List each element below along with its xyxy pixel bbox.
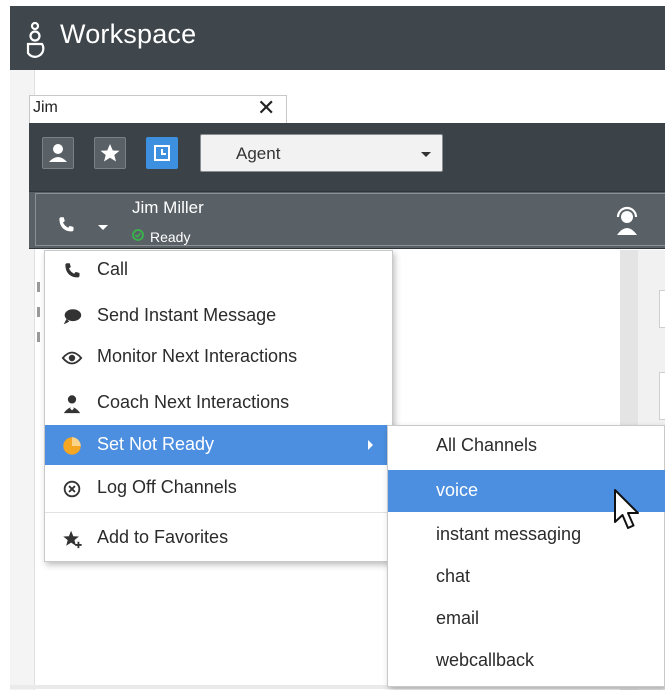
recent-icon	[154, 145, 170, 161]
contact-name: Jim Miller	[132, 198, 204, 217]
menu-item-label: Monitor Next Interactions	[97, 346, 298, 366]
chat-bubble-icon	[63, 309, 82, 325]
menu-item-add-to-favorites[interactable]: Add to Favorites	[45, 518, 392, 558]
menu-item-send-instant-message[interactable]: Send Instant Message	[45, 296, 392, 336]
star-icon	[100, 144, 120, 162]
phone-icon[interactable]	[55, 214, 77, 236]
phone-icon	[65, 263, 80, 278]
list-marker	[37, 332, 40, 342]
close-icon[interactable]: ✕	[257, 96, 275, 120]
chevron-down-icon[interactable]	[98, 225, 108, 230]
agent-filter-label: Agent	[236, 144, 281, 163]
search-value[interactable]: Jim	[33, 99, 58, 117]
menu-item-monitor-next-interactions[interactable]: Monitor Next Interactions	[45, 337, 392, 377]
submenu-item-label: instant messaging	[436, 524, 582, 544]
contact-status: Ready	[150, 229, 191, 245]
submenu-item-label: voice	[436, 480, 479, 500]
not-ready-clock-icon	[63, 437, 81, 455]
right-panel-field	[659, 372, 665, 420]
chevron-down-icon	[421, 152, 431, 157]
contacts-filter-button[interactable]	[42, 137, 74, 169]
submenu-item-label: webcallback	[436, 650, 535, 670]
list-marker	[37, 307, 40, 317]
recent-filter-button[interactable]	[146, 137, 178, 169]
coach-icon	[63, 395, 81, 414]
menu-item-label: Add to Favorites	[97, 527, 229, 547]
contact-row-outline	[35, 193, 665, 246]
menu-item-call[interactable]: Call	[45, 250, 392, 290]
submenu-item-webcallback[interactable]: webcallback	[388, 640, 665, 682]
menu-item-coach-next-interactions[interactable]: Coach Next Interactions	[45, 383, 392, 423]
menu-item-label: Set Not Ready	[97, 434, 215, 454]
menu-item-label: Send Instant Message	[97, 305, 277, 325]
search-tab[interactable]	[29, 95, 287, 123]
menu-item-log-off-channels[interactable]: Log Off Channels	[45, 468, 392, 508]
log-off-icon	[63, 480, 81, 498]
submenu-item-label: All Channels	[436, 435, 538, 455]
submenu-item-label: email	[436, 608, 480, 628]
mouse-cursor-icon	[614, 489, 639, 529]
genesys-logo-icon	[26, 21, 45, 58]
menu-item-label: Call	[97, 259, 129, 279]
menu-item-set-not-ready[interactable]: Set Not Ready	[45, 425, 392, 465]
menu-item-label: Log Off Channels	[97, 477, 237, 497]
list-marker	[37, 282, 40, 292]
menu-divider	[45, 512, 392, 513]
submenu-item-email[interactable]: email	[388, 598, 665, 640]
person-icon	[49, 144, 67, 162]
submenu-item-label: chat	[436, 566, 471, 586]
favorites-filter-button[interactable]	[94, 137, 126, 169]
agent-headset-icon[interactable]	[612, 205, 642, 239]
chevron-right-icon	[368, 440, 373, 450]
submenu-item-all-channels[interactable]: All Channels	[388, 425, 665, 467]
menu-item-label: Coach Next Interactions	[97, 392, 290, 412]
app-title: Workspace	[60, 19, 197, 49]
add-favorite-icon	[63, 530, 82, 549]
ready-status-icon	[132, 229, 144, 241]
submenu-item-chat[interactable]: chat	[388, 556, 665, 598]
right-panel-field	[659, 290, 665, 328]
eye-icon	[61, 351, 83, 365]
